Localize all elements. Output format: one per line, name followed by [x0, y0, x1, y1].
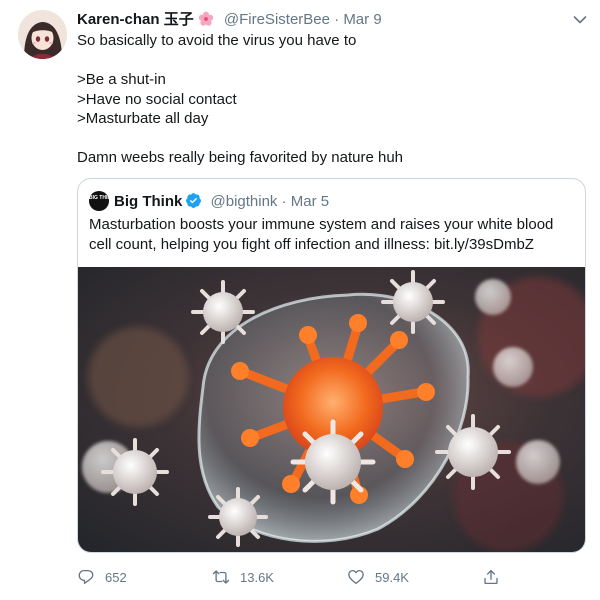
tweet-actions: 652 13.6K 59.4K	[77, 566, 527, 588]
avatar[interactable]	[18, 10, 67, 59]
quoted-avatar-text: BIG THINK	[89, 195, 115, 201]
retweet-count: 13.6K	[240, 569, 274, 585]
tweet-date[interactable]: Mar 9	[343, 11, 381, 28]
quoted-date[interactable]: Mar 5	[291, 193, 329, 210]
virus-illustration	[78, 267, 585, 552]
verified-badge-icon	[185, 192, 202, 209]
header-separator: ·	[334, 11, 340, 28]
retweet-button[interactable]: 13.6K	[212, 566, 274, 588]
avatar-image	[18, 10, 67, 59]
reply-button[interactable]: 652	[77, 566, 127, 588]
quoted-tweet-header: BIG THINK Big Think @bigthink · Mar 5	[89, 191, 329, 211]
like-count: 59.4K	[375, 569, 409, 585]
quoted-tweet[interactable]: BIG THINK Big Think @bigthink · Mar 5 Mas…	[77, 178, 586, 553]
retweet-icon	[212, 570, 230, 584]
quoted-display-name[interactable]: Big Think	[114, 193, 182, 210]
quoted-separator: ·	[281, 193, 287, 210]
tweet-text: So basically to avoid the virus you have…	[77, 32, 404, 166]
like-icon	[348, 569, 364, 585]
chevron-down-icon[interactable]	[572, 12, 588, 28]
author-handle[interactable]: @FireSisterBee	[224, 11, 330, 28]
share-button[interactable]	[482, 566, 510, 588]
sakura-emoji-icon	[198, 11, 214, 27]
share-icon	[484, 569, 498, 585]
tweet-card[interactable]: Karen-chan 玉子 @FireSisterBee · Mar 9 So …	[0, 0, 600, 600]
quoted-handle[interactable]: @bigthink	[211, 193, 278, 210]
reply-count: 652	[105, 569, 127, 585]
tweet-header: Karen-chan 玉子 @FireSisterBee · Mar 9	[77, 10, 577, 30]
quoted-tweet-image[interactable]	[78, 267, 585, 552]
author-display-name[interactable]: Karen-chan 玉子	[77, 11, 194, 28]
reply-icon	[78, 569, 94, 584]
quoted-tweet-text: Masturbation boosts your immune system a…	[89, 216, 554, 253]
quoted-avatar[interactable]: BIG THINK	[89, 191, 115, 211]
like-button[interactable]: 59.4K	[347, 566, 409, 588]
